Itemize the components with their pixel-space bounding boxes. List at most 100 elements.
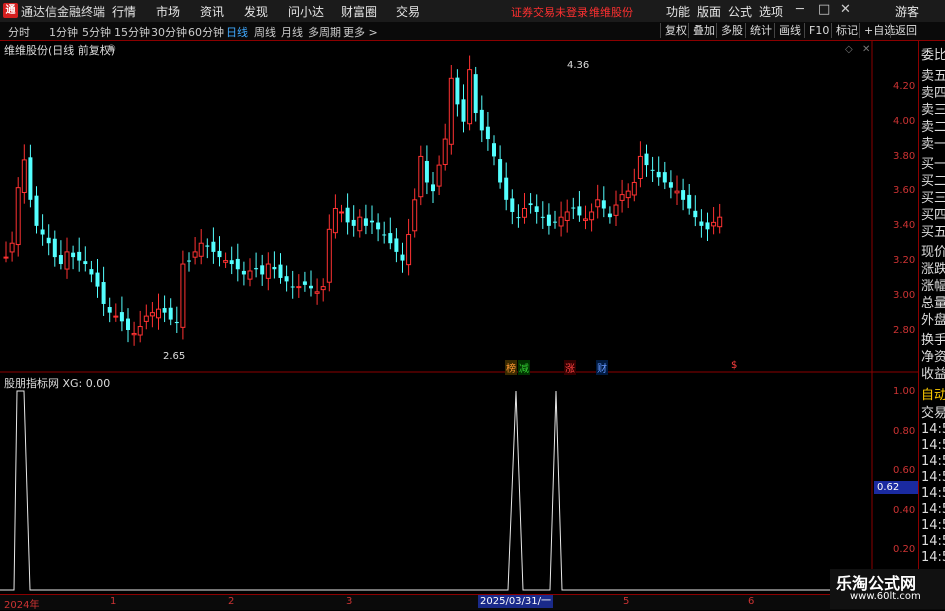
candle-body — [223, 260, 229, 263]
event-marker-finance[interactable]: 财 — [596, 360, 608, 375]
candle-body — [3, 256, 9, 259]
candle-body — [168, 307, 173, 320]
minimize-icon[interactable]: ─ — [796, 2, 804, 17]
period-5min[interactable]: 5分钟 — [82, 24, 111, 40]
candle-body — [571, 207, 576, 209]
candle-body — [180, 263, 186, 328]
period-monthly[interactable]: 月线 — [281, 24, 303, 40]
candle-body — [492, 143, 496, 157]
kline-chart[interactable] — [0, 41, 918, 594]
period-multi[interactable]: 多周期 — [308, 24, 341, 40]
chart-dropdown-icon[interactable]: ◉ — [107, 43, 116, 54]
candle-body — [461, 99, 466, 122]
login-status[interactable]: 证券交易未登录 — [511, 4, 588, 20]
candle-body — [149, 312, 155, 317]
candle-body — [528, 203, 533, 206]
f10-button[interactable]: F10 — [804, 23, 833, 38]
event-marker-dollar[interactable]: $ — [731, 360, 737, 371]
auto-label[interactable]: 自动 — [921, 384, 945, 403]
candle-body — [510, 198, 515, 212]
period-30min[interactable]: 30分钟 — [151, 24, 187, 40]
period-1min[interactable]: 1分钟 — [49, 24, 78, 40]
period-weekly[interactable]: 周线 — [254, 24, 276, 40]
period-15min[interactable]: 15分钟 — [114, 24, 150, 40]
candle-body — [192, 251, 198, 258]
candle-body — [577, 206, 582, 216]
menu-item-discover[interactable]: 发现 — [244, 3, 268, 20]
candle-body — [296, 286, 302, 289]
close-icon[interactable]: ✕ — [840, 2, 851, 17]
menu-item-news[interactable]: 资讯 — [200, 3, 224, 20]
period-60min[interactable]: 60分钟 — [188, 24, 224, 40]
candle-body — [625, 190, 631, 199]
menu-item-layout[interactable]: 版面 — [697, 3, 721, 20]
chart-close-icon[interactable]: ✕ — [862, 44, 870, 55]
candle-body — [95, 272, 100, 287]
guest-label[interactable]: 游客 — [895, 3, 919, 20]
tick-time: 14:56 — [921, 422, 945, 437]
chart-diamond-icon[interactable]: ◇ — [845, 44, 853, 55]
candle-body — [211, 241, 216, 252]
candle-body — [290, 286, 295, 288]
candle-body — [9, 242, 15, 253]
candle-body — [656, 171, 661, 178]
candle-body — [345, 207, 350, 223]
candle-body — [339, 211, 344, 214]
candle-body — [479, 109, 484, 131]
candle-body — [388, 233, 393, 244]
candle-body — [205, 245, 210, 247]
stock-title: 维维股份 — [589, 6, 633, 19]
period-intraday[interactable]: 分时 — [8, 24, 30, 40]
menu-item-functions[interactable]: 功能 — [666, 3, 690, 20]
candle-body — [674, 190, 680, 194]
candle-body — [332, 208, 338, 234]
candle-body — [162, 308, 167, 313]
candle-body — [272, 266, 277, 270]
candle-body — [498, 159, 503, 183]
back-button[interactable]: 返回 — [890, 23, 921, 38]
overlay-button[interactable]: 叠加 — [688, 23, 719, 38]
adjust-button[interactable]: 复权 — [660, 23, 691, 38]
price-label: 4.00 — [893, 116, 916, 127]
candle-body — [595, 199, 601, 208]
menu-item-markets[interactable]: 市场 — [156, 3, 180, 20]
trade-label[interactable]: 交易 — [921, 402, 945, 421]
menu-item-formula[interactable]: 公式 — [728, 3, 752, 20]
period-more[interactable]: 更多 > — [343, 24, 378, 40]
candle-body — [309, 285, 313, 289]
stats-button[interactable]: 统计 — [745, 23, 776, 38]
draw-line-button[interactable]: 画线 — [774, 23, 805, 38]
candle-body — [644, 153, 649, 166]
mark-button[interactable]: 标记 — [831, 23, 862, 38]
menu-item-market[interactable]: 行情 — [112, 3, 136, 20]
candle-body — [101, 282, 106, 304]
candle-body — [589, 211, 595, 221]
candle-body — [400, 254, 405, 261]
candle-body — [412, 199, 418, 232]
candle-body — [40, 229, 45, 235]
event-marker-limit-up[interactable]: 涨 — [564, 360, 576, 375]
candle-body — [711, 221, 717, 227]
menu-item-options[interactable]: 选项 — [759, 3, 783, 20]
candle-body — [619, 194, 625, 201]
xg-indicator-line — [0, 390, 872, 591]
quote-panel: 委比 卖五 卖四 卖三 卖二 卖一 买一 买二 买三 买四 买五 现价 涨跌 涨… — [918, 41, 945, 571]
tick-time: 14:56 — [921, 550, 945, 565]
candle-body — [455, 77, 460, 105]
candle-body — [607, 213, 612, 218]
multi-stock-button[interactable]: 多股 — [716, 23, 747, 38]
menu-item-ask-xiaoda[interactable]: 问小达 — [288, 3, 324, 20]
period-daily[interactable]: 日线 — [226, 24, 248, 40]
maximize-icon[interactable]: □ — [818, 2, 830, 17]
candlestick-series — [3, 55, 723, 346]
candle-body — [15, 187, 21, 246]
candle-body — [681, 190, 686, 200]
event-marker-reduce[interactable]: 减 — [518, 360, 530, 375]
menu-item-wealth-circle[interactable]: 财富圈 — [341, 3, 377, 20]
candle-body — [662, 172, 667, 183]
event-marker-rank[interactable]: 榜 — [505, 360, 517, 375]
menu-item-trade[interactable]: 交易 — [396, 3, 420, 20]
candle-body — [241, 270, 246, 275]
candle-body — [522, 208, 527, 218]
date-axis-label: 3 — [346, 596, 353, 607]
